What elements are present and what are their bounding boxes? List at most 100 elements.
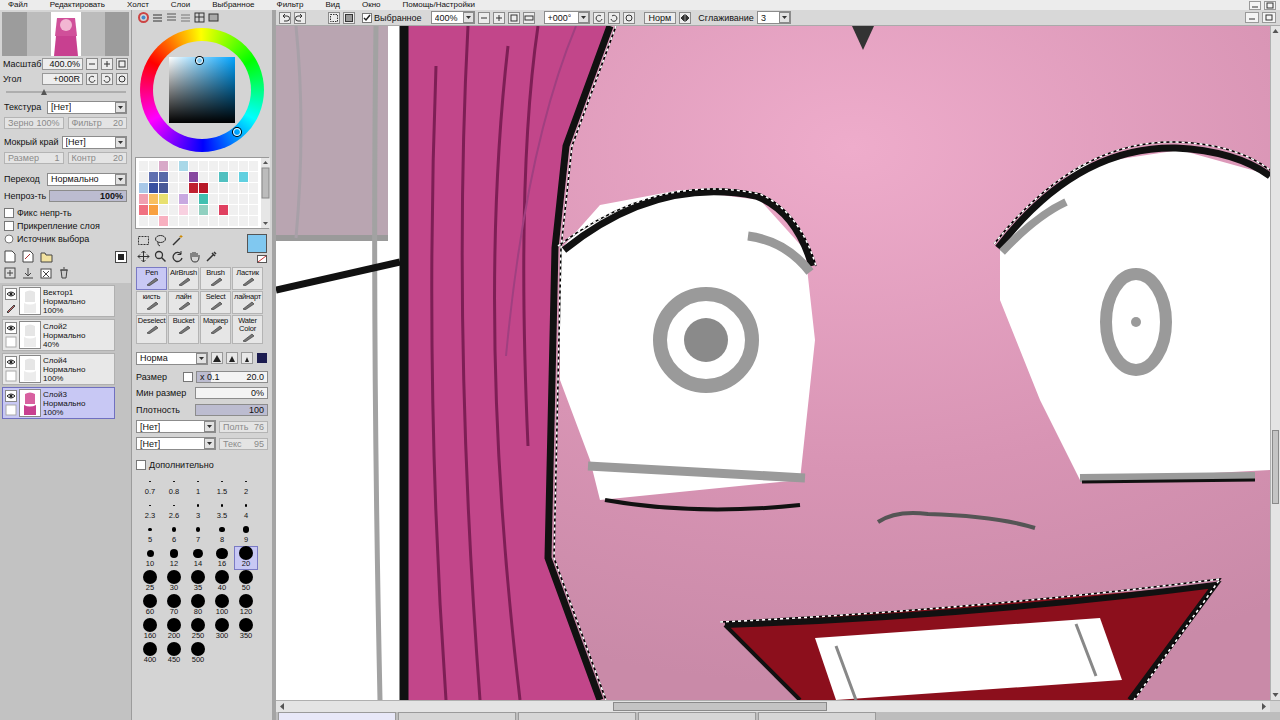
rotate-icon[interactable] bbox=[171, 250, 184, 263]
clear-layer-icon[interactable] bbox=[40, 267, 52, 279]
palette-swatch[interactable] bbox=[249, 205, 258, 215]
brush-size-preset[interactable]: 8 bbox=[210, 522, 234, 546]
palette-swatch[interactable] bbox=[189, 205, 198, 215]
document-tab[interactable] bbox=[758, 712, 876, 720]
doc-minimize-icon[interactable] bbox=[1245, 12, 1259, 23]
brush-texture-dropdown[interactable]: [Нет] bbox=[136, 437, 216, 450]
brush-size-preset[interactable]: 14 bbox=[186, 546, 210, 570]
brush-size-preset[interactable]: 2.6 bbox=[162, 498, 186, 522]
menu-item[interactable]: Редактировать bbox=[50, 0, 105, 10]
palette-swatch[interactable] bbox=[209, 205, 218, 215]
tool-button[interactable]: Select bbox=[200, 291, 231, 314]
navigator-preview[interactable] bbox=[27, 12, 105, 56]
palette-swatch[interactable] bbox=[249, 183, 258, 193]
rotate-right-icon[interactable] bbox=[608, 12, 620, 24]
palette-swatch[interactable] bbox=[229, 194, 238, 204]
eye-icon[interactable] bbox=[5, 390, 17, 402]
dropdown-arrow-icon[interactable] bbox=[578, 12, 589, 23]
zoom-out-icon[interactable] bbox=[478, 12, 490, 24]
selection-toggle[interactable]: Выбранное bbox=[362, 13, 422, 23]
menu-item[interactable]: Окно bbox=[362, 0, 381, 10]
rotate-reset-icon[interactable] bbox=[116, 73, 128, 85]
palette-swatch[interactable] bbox=[169, 183, 178, 193]
color-wheel-tab-icon[interactable] bbox=[138, 12, 149, 23]
palette-swatch[interactable] bbox=[149, 183, 158, 193]
zoom-row-field[interactable]: 400.0% bbox=[42, 58, 83, 70]
horizontal-scrollbar[interactable] bbox=[276, 700, 1280, 712]
redo-icon[interactable] bbox=[294, 12, 306, 24]
eye-icon[interactable] bbox=[5, 322, 17, 334]
tool-button[interactable]: Bucket bbox=[168, 315, 199, 344]
palette-swatch[interactable] bbox=[149, 172, 158, 182]
brush-size-preset[interactable]: 80 bbox=[186, 594, 210, 618]
palette-swatch[interactable] bbox=[179, 216, 188, 226]
palette-swatch[interactable] bbox=[229, 205, 238, 215]
minimize-icon[interactable] bbox=[1249, 1, 1261, 10]
palette-swatch[interactable] bbox=[239, 216, 248, 226]
opacity-slider[interactable]: 100% bbox=[49, 190, 127, 202]
stabilizer-dropdown[interactable]: 3 bbox=[757, 11, 791, 24]
palette-swatch[interactable] bbox=[189, 161, 198, 171]
layer-option[interactable]: Фикс непр-ть bbox=[4, 207, 127, 218]
palette-swatch[interactable] bbox=[199, 172, 208, 182]
tool-button[interactable]: AirBrush bbox=[168, 267, 199, 290]
eye-icon[interactable] bbox=[5, 356, 17, 368]
palette-swatch[interactable] bbox=[159, 205, 168, 215]
layer-item[interactable]: Слой4Нормально100% bbox=[2, 353, 115, 385]
rotate-left-icon[interactable] bbox=[86, 73, 98, 85]
menu-item[interactable]: Холст bbox=[127, 0, 149, 10]
brush-size-preset[interactable]: 300 bbox=[210, 618, 234, 642]
canvas-zoom-dropdown[interactable]: 400% bbox=[431, 11, 475, 24]
min-size-slider[interactable]: 0% bbox=[195, 387, 268, 399]
texture-row-dropdown[interactable]: [Нет] bbox=[47, 101, 127, 114]
palette-swatch[interactable] bbox=[209, 172, 218, 182]
tool-button[interactable]: Маркер bbox=[200, 315, 231, 344]
lasso-icon[interactable] bbox=[154, 234, 167, 247]
palette-swatch[interactable] bbox=[149, 205, 158, 215]
menu-item[interactable]: Файл bbox=[8, 0, 28, 10]
brush-size-preset[interactable]: 2.3 bbox=[138, 498, 162, 522]
rotate-reset-icon[interactable] bbox=[623, 12, 635, 24]
tool-button[interactable]: Deselect bbox=[136, 315, 167, 344]
palette-swatch[interactable] bbox=[189, 172, 198, 182]
palette-swatch[interactable] bbox=[249, 194, 258, 204]
brush-size-preset[interactable]: 250 bbox=[186, 618, 210, 642]
brush-size-preset[interactable]: 35 bbox=[186, 570, 210, 594]
palette-swatch[interactable] bbox=[239, 194, 248, 204]
brush-shape-dropdown[interactable]: [Нет] bbox=[136, 420, 216, 433]
dropdown-arrow-icon[interactable] bbox=[204, 438, 215, 449]
palette-swatch[interactable] bbox=[219, 172, 228, 182]
palette-swatch[interactable] bbox=[169, 161, 178, 171]
tool-button[interactable]: лайн bbox=[168, 291, 199, 314]
palette-swatch[interactable] bbox=[189, 216, 198, 226]
dropdown-arrow-icon[interactable] bbox=[115, 174, 126, 185]
menu-item[interactable]: Слои bbox=[171, 0, 190, 10]
color-picker-marker[interactable] bbox=[196, 57, 203, 64]
palette-swatch[interactable] bbox=[229, 161, 238, 171]
palette-swatch[interactable] bbox=[209, 216, 218, 226]
palette-swatch[interactable] bbox=[169, 172, 178, 182]
brush-size-preset[interactable]: 30 bbox=[162, 570, 186, 594]
palette-swatch[interactable] bbox=[159, 183, 168, 193]
document-tab[interactable] bbox=[638, 712, 756, 720]
brush-size-preset[interactable]: 100 bbox=[210, 594, 234, 618]
palette-swatch[interactable] bbox=[239, 183, 248, 193]
current-color-swatch[interactable] bbox=[247, 234, 267, 253]
layer-to-mask-icon[interactable] bbox=[4, 267, 16, 279]
palette-swatch[interactable] bbox=[249, 161, 258, 171]
brush-size-preset[interactable]: 3 bbox=[186, 498, 210, 522]
palette-swatch[interactable] bbox=[219, 183, 228, 193]
horizontal-scroll-track[interactable] bbox=[288, 701, 1258, 712]
dropdown-arrow-icon[interactable] bbox=[204, 421, 215, 432]
zoom-fit-icon[interactable] bbox=[508, 12, 520, 24]
advanced-checkbox[interactable] bbox=[136, 460, 146, 470]
palette-swatch[interactable] bbox=[189, 183, 198, 193]
palette-swatch[interactable] bbox=[199, 161, 208, 171]
size-pressure-checkbox[interactable] bbox=[183, 372, 193, 382]
brush-tip-icon[interactable] bbox=[211, 352, 223, 364]
palette-swatch[interactable] bbox=[139, 161, 148, 171]
brush-size-preset[interactable]: 160 bbox=[138, 618, 162, 642]
zoom-in-icon[interactable] bbox=[101, 58, 113, 70]
menu-item[interactable]: Фильтр bbox=[277, 0, 304, 10]
brush-size-preset[interactable]: 12 bbox=[162, 546, 186, 570]
